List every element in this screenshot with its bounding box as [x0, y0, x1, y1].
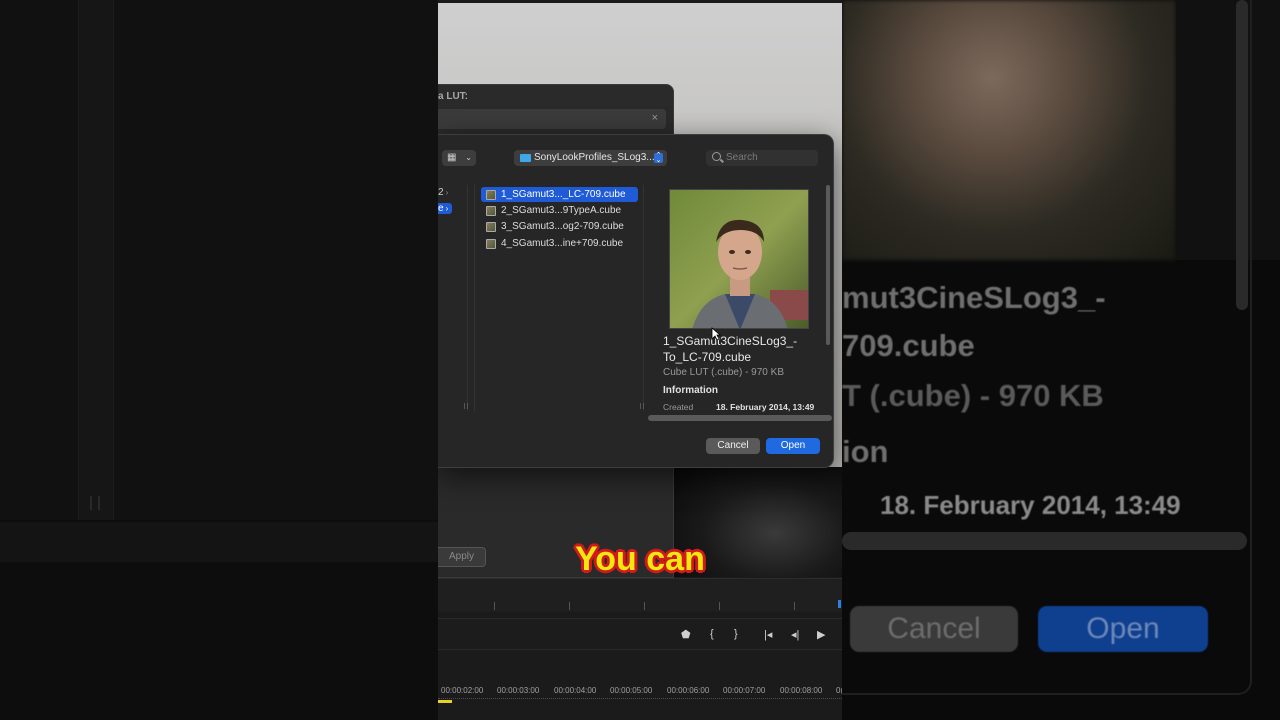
column-item[interactable]: 2 › [438, 187, 448, 198]
created-label: Created [663, 402, 694, 412]
preview-filename: 1_SGamut3CineSLog3_-To_LC-709.cube [663, 334, 798, 364]
go-to-start-icon[interactable]: |◂ [764, 628, 772, 641]
browser-column-1: 2 › e › [438, 185, 468, 411]
column-resize-handle[interactable] [464, 403, 468, 409]
folder-popup[interactable]: SonyLookProfiles_SLog3... ⌃ ⌄ [514, 150, 667, 166]
playhead[interactable] [438, 700, 452, 703]
file-item[interactable]: 2_SGamut3...9TypeA.cube [481, 203, 638, 218]
portrait-image [670, 190, 808, 328]
ruler-label: 00:00:07:00 [723, 686, 766, 695]
file-item[interactable]: 3_SGamut3...og2-709.cube [481, 219, 638, 234]
timeline-tick [719, 602, 720, 610]
background-panel [0, 0, 438, 520]
grid-icon: ▦ [447, 152, 457, 163]
view-mode-button[interactable]: ▦ ⌄ [442, 150, 476, 166]
background-left-blur [0, 0, 438, 720]
marker-icon[interactable]: ⬟ [681, 628, 691, 641]
transport-bar: ⬟ { } |◂ ◂| ▶ [438, 618, 842, 650]
folder-icon [520, 154, 531, 162]
file-list-column: 1_SGamut3..._LC-709.cube 2_SGamut3...9Ty… [474, 185, 644, 411]
lut-path-field[interactable]: × [438, 109, 666, 129]
dialog-toolbar: ▦ ⌄ SonyLookProfiles_SLog3... ⌃ ⌄ Search [438, 135, 834, 179]
background-handle [90, 496, 100, 510]
search-input[interactable]: Search [706, 150, 818, 166]
zoomed-dialog-frame [842, 0, 1252, 695]
background-column [78, 0, 114, 520]
timeline-ruler [438, 650, 842, 720]
column-resize-handle[interactable] [640, 403, 644, 409]
information-heading: Information [663, 385, 718, 396]
search-icon [712, 152, 721, 161]
created-value: 18. February 2014, 13:49 [716, 402, 815, 412]
horizontal-scrollbar[interactable] [648, 415, 832, 421]
chevron-down-icon: ⌄ [465, 153, 472, 162]
file-thumbnail-icon [486, 206, 496, 216]
file-preview-pane: 1_SGamut3CineSLog3_-To_LC-709.cube Cube … [652, 185, 828, 412]
step-back-icon[interactable]: ◂| [791, 628, 799, 641]
preview-thumbnail [669, 189, 809, 329]
ruler-label: 00:00:04:00 [554, 686, 597, 695]
open-button[interactable]: Open [766, 438, 820, 454]
updown-icon: ⌃ ⌄ [654, 152, 663, 164]
ruler-label: 00:00:03:00 [497, 686, 540, 695]
file-item[interactable]: 1_SGamut3..._LC-709.cube [481, 187, 638, 202]
video-caption: You can [575, 540, 705, 578]
ruler-label: 0( [836, 686, 842, 695]
center-video: a LUT: × Apply ▦ ⌄ SonyLookProfiles_SLog… [438, 0, 842, 720]
play-icon[interactable]: ▶ [817, 628, 825, 641]
timeline-tick [569, 602, 570, 610]
ruler-label: 00:00:02:00 [441, 686, 484, 695]
timeline-tick [794, 602, 795, 610]
file-thumbnail-icon [486, 190, 496, 200]
lut-panel-title: a LUT: [438, 91, 468, 102]
timeline-marker [838, 600, 841, 608]
search-placeholder: Search [726, 152, 758, 163]
column-item-selected[interactable]: e › [438, 203, 453, 214]
timeline-header [438, 578, 842, 612]
timeline-tick [644, 602, 645, 610]
timeline-subticks [438, 698, 842, 702]
timeline-tick [494, 602, 495, 610]
ruler-label: 00:00:05:00 [610, 686, 653, 695]
file-thumbnail-icon [486, 222, 496, 232]
in-point-icon[interactable]: { [710, 628, 714, 640]
background-right-zoom: mut3CineSLog3_- 709.cube T (.cube) - 970… [842, 0, 1280, 720]
background-bar [0, 522, 438, 562]
folder-name: SonyLookProfiles_SLog3... [534, 152, 655, 163]
open-file-dialog: ▦ ⌄ SonyLookProfiles_SLog3... ⌃ ⌄ Search … [438, 134, 834, 468]
preview-kind: Cube LUT (.cube) - 970 KB [663, 367, 784, 378]
preview-scrollbar[interactable] [826, 185, 830, 345]
cancel-button[interactable]: Cancel [706, 438, 760, 454]
out-point-icon[interactable]: } [734, 628, 738, 640]
clear-icon[interactable]: × [652, 112, 658, 124]
file-thumbnail-icon [486, 239, 496, 249]
file-item[interactable]: 4_SGamut3...ine+709.cube [481, 236, 638, 251]
video-frame: mut3CineSLog3_- 709.cube T (.cube) - 970… [0, 0, 1280, 720]
ruler-label: 00:00:06:00 [667, 686, 710, 695]
ruler-label: 00:00:08:00 [780, 686, 823, 695]
